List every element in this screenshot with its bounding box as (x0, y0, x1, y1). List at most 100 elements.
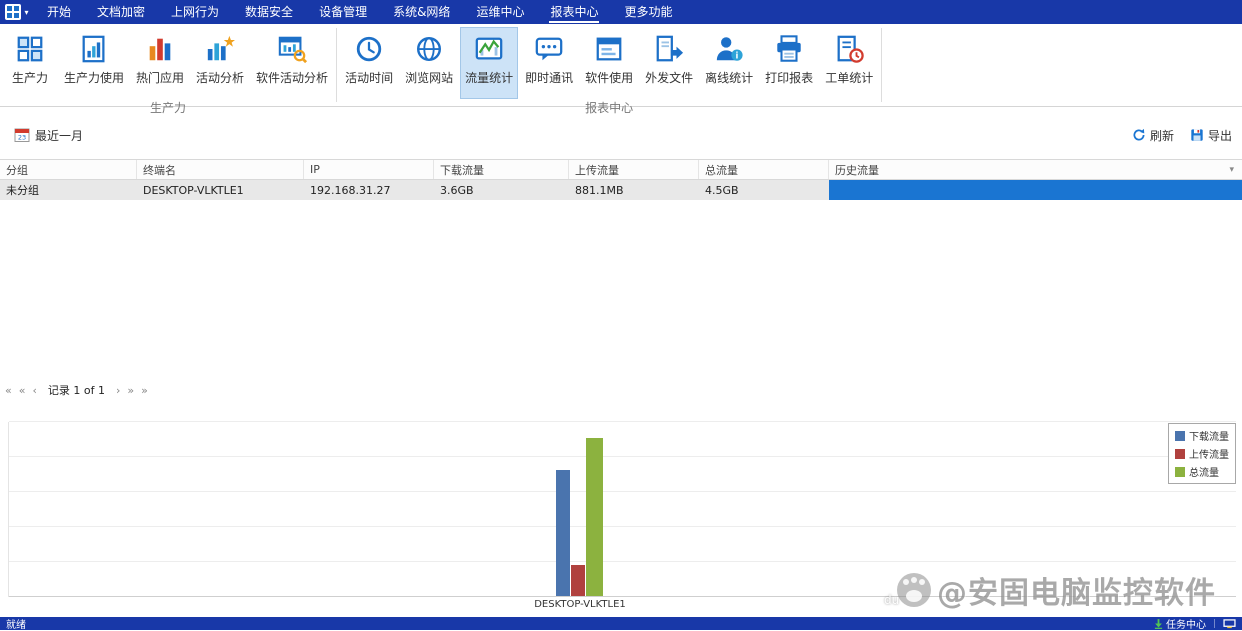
status-ready-label: 就绪 (6, 620, 26, 631)
ribbon-button-software-usage[interactable]: 软件使用 (580, 27, 638, 99)
ribbon-button-work-order-stats[interactable]: 工单统计 (820, 27, 878, 99)
ribbon-button-activity-analysis[interactable]: 活动分析 (191, 27, 249, 99)
menu-item-more[interactable]: 更多功能 (611, 0, 685, 24)
cell-download: 3.6GB (440, 183, 474, 197)
legend-swatch-download (1175, 430, 1185, 441)
menu-item-system-network[interactable]: 系统&网络 (380, 0, 463, 24)
column-menu-icon[interactable]: ▾ (1229, 165, 1236, 175)
ribbon-button-print-report[interactable]: 打印报表 (760, 27, 818, 99)
menu-item-web-behavior[interactable]: 上网行为 (158, 0, 232, 24)
ribbon-group-report-center: 活动时间 浏览网站 流量统计 即时通讯 软件使用 外发文件 i 离线统计 打印报… (337, 24, 881, 115)
chart-bar-0 (556, 470, 570, 596)
menu-item-device-mgmt[interactable]: 设备管理 (306, 0, 380, 24)
chart-gridline (9, 526, 1236, 527)
refresh-icon (1133, 128, 1145, 141)
productivity-usage-icon (79, 31, 109, 67)
ribbon-button-productivity-usage[interactable]: 生产力使用 (59, 27, 129, 99)
calendar-icon: 23 (14, 128, 30, 142)
menu-item-doc-encrypt[interactable]: 文档加密 (84, 0, 158, 24)
date-range-label: 最近一月 (35, 128, 84, 143)
last-page-button[interactable]: » (141, 385, 148, 396)
chart-category-label: DESKTOP-VLKTLE1 (534, 599, 626, 610)
date-range-selector[interactable]: 23 最近一月 (14, 127, 83, 144)
ribbon-separator (881, 28, 883, 102)
ribbon-button-activity-time[interactable]: 活动时间 (340, 27, 398, 99)
refresh-button[interactable]: 刷新 (1132, 127, 1174, 144)
ribbon-button-label: 即时通讯 (525, 71, 574, 85)
menu-item-ops-center[interactable]: 运维中心 (463, 0, 537, 24)
export-label: 导出 (1207, 128, 1232, 143)
fast-prev-page-button[interactable]: « (19, 385, 26, 396)
table-row[interactable]: 未分组 DESKTOP-VLKTLE1 192.168.31.27 3.6GB … (0, 180, 1242, 200)
chart-plot (8, 421, 1236, 597)
ribbon-button-label: 软件活动分析 (256, 71, 329, 85)
ribbon: 生产力 生产力使用 热门应用 活动分析 软件活动分析 生产力 活动时间 浏览网站… (0, 24, 1242, 115)
fast-next-page-button[interactable]: » (127, 385, 134, 396)
ribbon-group-label: 生产力 (150, 101, 187, 115)
traffic-bar-chart: DESKTOP-VLKTLE1 下载流量 上传流量 总流量 (8, 421, 1236, 610)
ribbon-button-label: 生产力使用 (64, 71, 125, 85)
ribbon-button-instant-messaging[interactable]: 即时通讯 (520, 27, 578, 99)
ribbon-button-label: 打印报表 (765, 71, 814, 85)
software-activity-analysis-icon (277, 31, 308, 67)
ribbon-button-offline-stats[interactable]: i 离线统计 (700, 27, 758, 99)
browse-website-globe-icon (414, 31, 444, 67)
ribbon-button-traffic-stats[interactable]: 流量统计 (460, 27, 519, 99)
legend-swatch-upload (1175, 448, 1185, 459)
export-icon (1191, 129, 1203, 141)
task-center-label: 任务中心 (1166, 620, 1206, 631)
prev-page-button[interactable]: ‹ (32, 385, 36, 396)
print-report-printer-icon (774, 31, 804, 67)
productivity-grid-icon (15, 31, 45, 67)
ribbon-button-label: 软件使用 (585, 71, 634, 85)
status-bar: 就绪 任务中心 (0, 616, 1242, 631)
activity-time-clock-icon (354, 31, 384, 67)
svg-text:23: 23 (18, 134, 26, 142)
column-header-terminal[interactable]: 终端名 (137, 160, 304, 179)
chart-gridline (9, 491, 1236, 492)
column-header-group[interactable]: 分组 (0, 160, 137, 179)
cell-ip: 192.168.31.27 (310, 183, 391, 197)
pagination-bar: « « ‹ 记录 1 of 1 › » » (0, 381, 148, 399)
column-header-history[interactable]: 历史流量 ▾ (829, 160, 1242, 179)
column-header-ip[interactable]: IP (304, 160, 434, 179)
chart-gridline (9, 456, 1236, 457)
table-header-row: 分组 终端名 IP 下载流量 上传流量 总流量 历史流量 ▾ (0, 159, 1242, 180)
chart-x-axis (9, 596, 1236, 597)
ribbon-button-outgoing-files[interactable]: 外发文件 (640, 27, 698, 99)
traffic-stats-icon (474, 31, 504, 67)
svg-text:i: i (736, 50, 739, 60)
chart-legend: 下载流量 上传流量 总流量 (1168, 423, 1236, 484)
offline-stats-person-icon: i (714, 31, 744, 67)
menu-item-start[interactable]: 开始 (34, 0, 84, 24)
ribbon-button-productivity[interactable]: 生产力 (3, 27, 57, 99)
tray-monitor-icon[interactable] (1223, 618, 1236, 629)
ribbon-button-software-activity-analysis[interactable]: 软件活动分析 (251, 27, 333, 99)
app-menu-button[interactable]: ▾ (0, 0, 34, 24)
legend-item-download: 下载流量 (1175, 428, 1229, 443)
report-toolbar: 23 最近一月 刷新 导出 (0, 122, 1242, 148)
menu-item-report-center[interactable]: 报表中心 (537, 0, 611, 24)
legend-item-upload: 上传流量 (1175, 446, 1229, 461)
first-page-button[interactable]: « (5, 385, 12, 396)
next-page-button[interactable]: › (116, 385, 120, 396)
cell-upload: 881.1MB (575, 183, 624, 197)
export-button[interactable]: 导出 (1190, 127, 1232, 144)
column-header-download[interactable]: 下载流量 (434, 160, 569, 179)
ribbon-button-browse-website[interactable]: 浏览网站 (400, 27, 458, 99)
column-header-total[interactable]: 总流量 (699, 160, 829, 179)
instant-messaging-chat-icon (534, 31, 564, 67)
column-header-upload[interactable]: 上传流量 (569, 160, 699, 179)
ribbon-button-label: 离线统计 (705, 71, 754, 85)
ribbon-group-label: 报表中心 (585, 101, 634, 115)
ribbon-button-label: 流量统计 (465, 71, 514, 85)
menu-item-data-security[interactable]: 数据安全 (232, 0, 306, 24)
outgoing-files-icon (654, 31, 684, 67)
traffic-table: 分组 终端名 IP 下载流量 上传流量 总流量 历史流量 ▾ 未分组 DESKT… (0, 159, 1242, 200)
task-center-button[interactable]: 任务中心 (1154, 616, 1206, 631)
legend-swatch-total (1175, 466, 1185, 477)
menu-bar: ▾ 开始 文档加密 上网行为 数据安全 设备管理 系统&网络 运维中心 报表中心… (0, 0, 1242, 24)
ribbon-button-hot-apps[interactable]: 热门应用 (131, 27, 189, 99)
chart-bar-2 (586, 438, 603, 596)
ribbon-button-label: 热门应用 (136, 71, 185, 85)
